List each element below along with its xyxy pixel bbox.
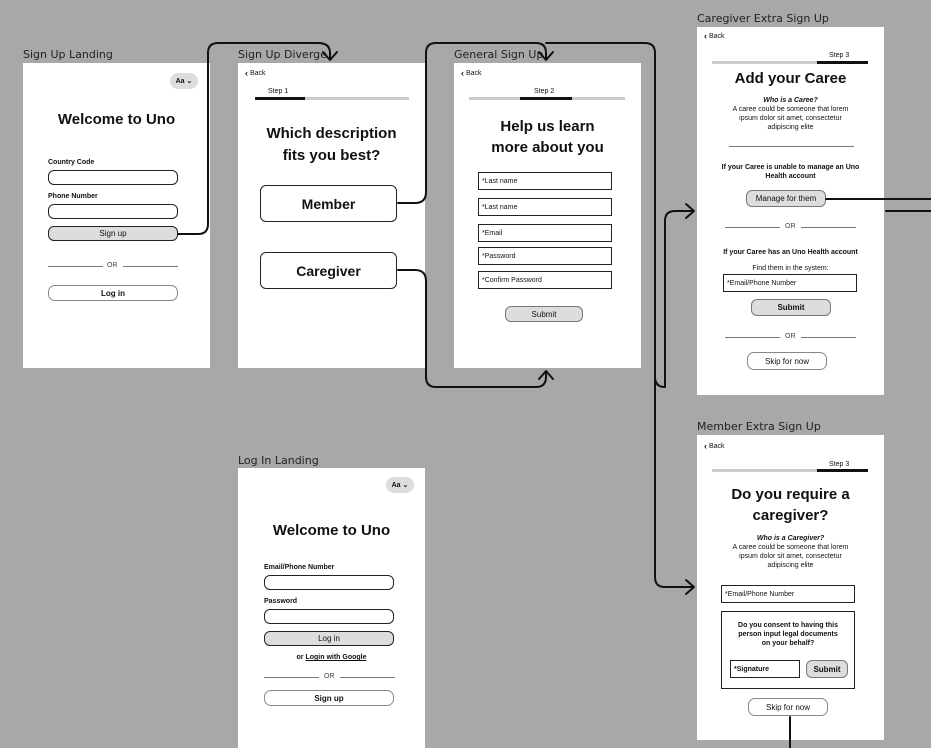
flow-connectors <box>177 42 931 748</box>
connector-caregiver-to-general <box>397 269 547 388</box>
connector-general-to-member-extra <box>654 376 694 588</box>
connector-member-to-general <box>397 42 547 204</box>
connector-general-to-caregiver-extra <box>545 42 694 388</box>
connector-signup-to-diverge <box>177 42 331 235</box>
